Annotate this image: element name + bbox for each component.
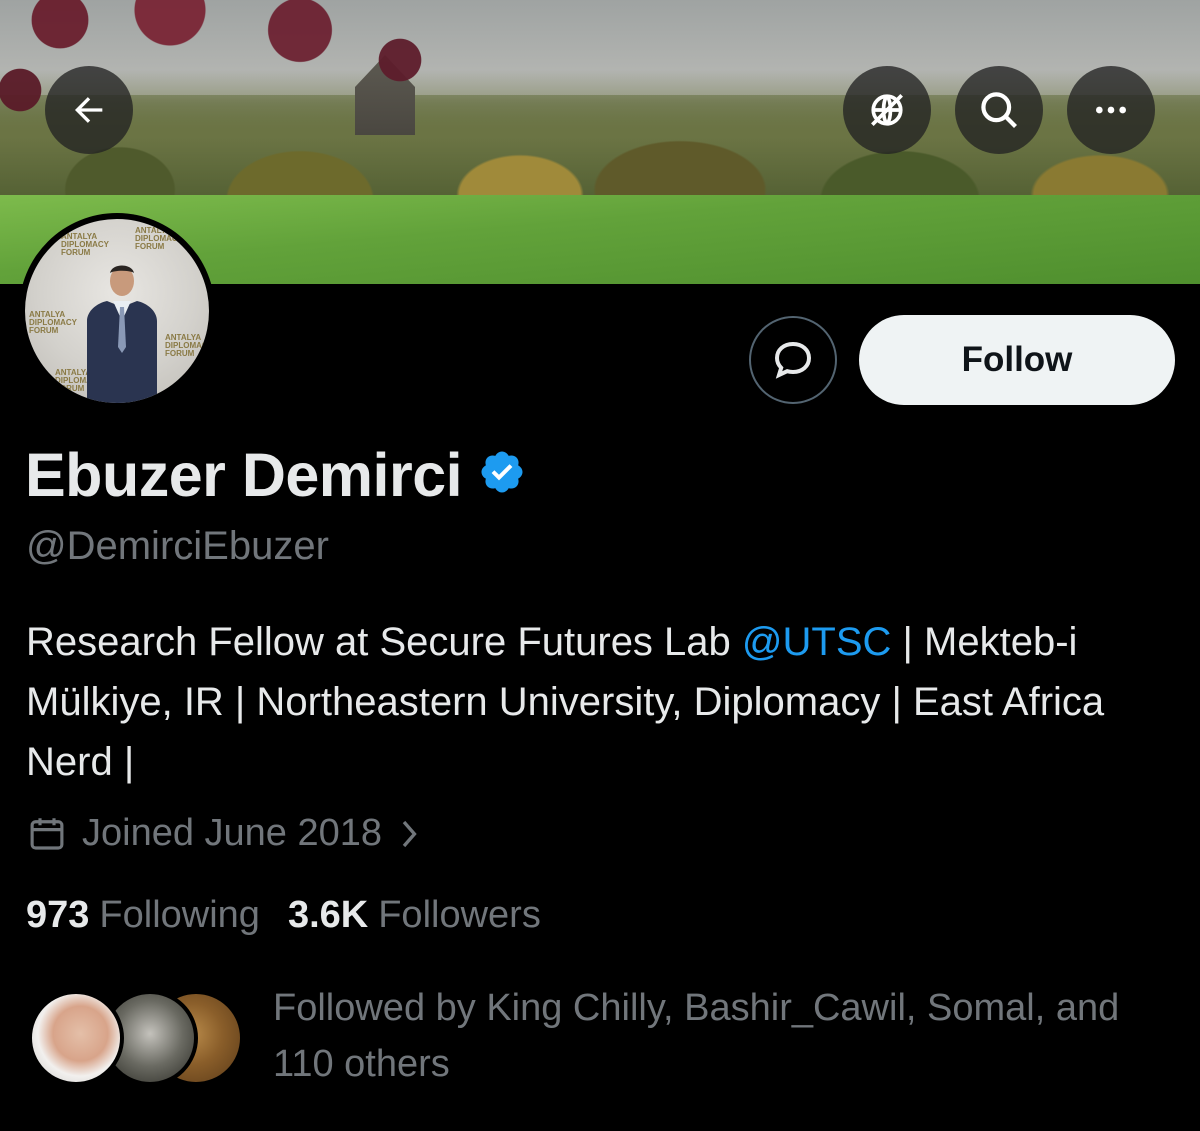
followers-count: 3.6K: [287, 894, 369, 936]
followers-link[interactable]: 3.6K Followers: [288, 894, 541, 937]
profile-name: Ebuzer Demirci: [25, 440, 526, 510]
avatar-photo: ANTALYA DIPLOMACY FORUM ANTALYA DIPLOMACY FO…: [25, 219, 209, 403]
search-icon: [981, 92, 1017, 128]
verified-badge-icon[interactable]: [478, 440, 526, 510]
follow-button[interactable]: Follow: [859, 315, 1175, 405]
avatar-logo-text: ANTALYA DIPLOMACY FORUM: [61, 232, 109, 257]
following-count: 973: [26, 894, 90, 936]
profile-bio: Research Fellow at Secure Futures Lab @U…: [26, 612, 1176, 792]
following-label: Following: [99, 894, 260, 936]
avatar-person: [87, 265, 157, 403]
follow-stats: 973 Following 3.6K Followers: [26, 894, 569, 937]
followers-label: Followers: [378, 894, 541, 936]
avatar-logo-text: ANTALYA DIPLOMACY FORUM: [135, 226, 183, 251]
profile-avatar[interactable]: ANTALYA DIPLOMACY FORUM ANTALYA DIPLOMACY FO…: [19, 213, 215, 409]
bio-mention-link[interactable]: @UTSC: [742, 620, 892, 664]
chevron-right-icon: [402, 820, 417, 847]
back-button[interactable]: [45, 66, 133, 154]
bio-text: Research Fellow at Secure Futures Lab: [26, 620, 742, 664]
message-button[interactable]: [749, 316, 837, 404]
arrow-left-icon: [75, 97, 103, 123]
translate-button[interactable]: [843, 66, 931, 154]
message-icon: [774, 341, 812, 379]
display-name: Ebuzer Demirci: [25, 441, 463, 509]
follower-avatar: [28, 990, 124, 1086]
avatar-logo-text: ANTALYA DIPLOMACY FORUM: [165, 333, 209, 358]
avatar-logo-text: ANTALYA DIPLOMACY FORUM: [29, 310, 77, 335]
more-horizontal-icon: [1096, 106, 1126, 114]
more-button[interactable]: [1067, 66, 1155, 154]
search-button[interactable]: [955, 66, 1043, 154]
followed-by-text[interactable]: Followed by King Chilly, Bashir_Cawil, S…: [273, 980, 1173, 1092]
globe-slash-icon: [871, 94, 903, 126]
calendar-icon: [30, 817, 64, 850]
joined-label: Joined June 2018: [82, 812, 383, 854]
joined-date[interactable]: Joined June 2018: [26, 812, 422, 855]
following-link[interactable]: 973 Following: [26, 894, 260, 937]
profile-handle: @DemirciEbuzer: [26, 524, 329, 568]
